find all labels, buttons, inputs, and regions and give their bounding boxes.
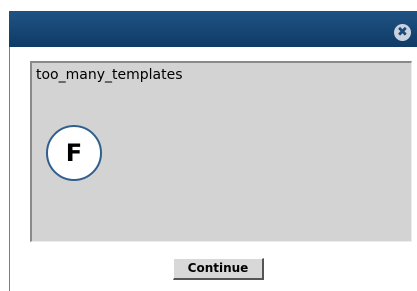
marker-badge: F <box>46 125 102 181</box>
dialog-left-edge <box>9 47 10 291</box>
continue-button[interactable]: Continue <box>173 258 264 280</box>
error-message: too_many_templates <box>36 67 183 83</box>
message-panel: too_many_templates F <box>30 61 412 242</box>
dialog-titlebar: ✖ <box>9 11 417 47</box>
error-dialog: ✖ too_many_templates F Continue <box>0 0 417 291</box>
close-icon[interactable]: ✖ <box>394 24 411 41</box>
